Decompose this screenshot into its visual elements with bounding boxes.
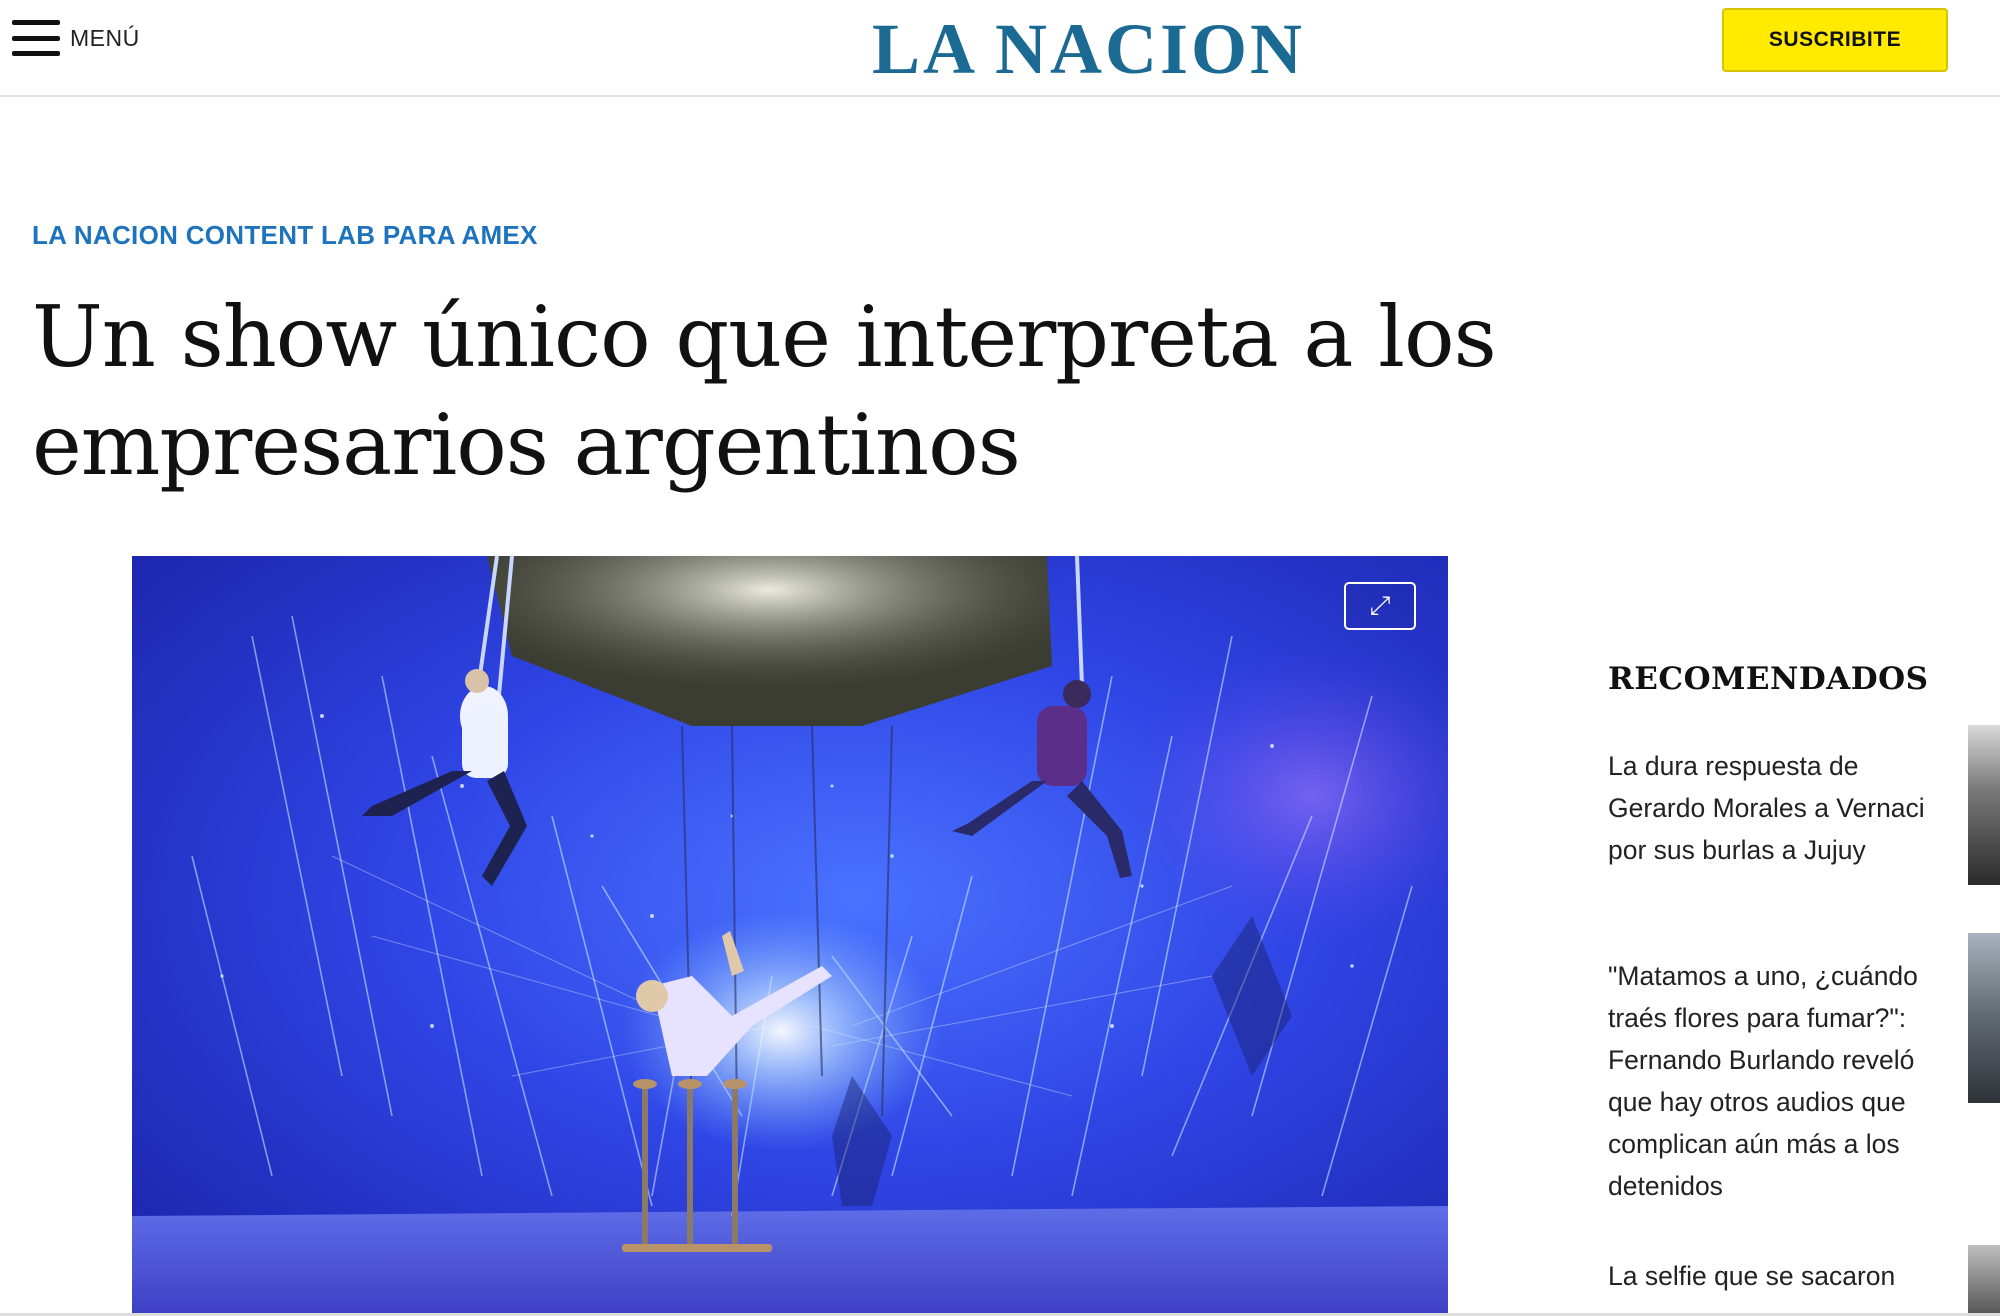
recommended-thumbnail[interactable] bbox=[1968, 1245, 2000, 1315]
site-header: MENÚ LA NACION SUSCRIBITE bbox=[0, 0, 2000, 97]
article-headline: Un show único que interpreta a los empre… bbox=[32, 288, 1497, 494]
expand-icon[interactable]: ⤢ bbox=[1344, 582, 1416, 630]
subscribe-button[interactable]: SUSCRIBITE bbox=[1722, 8, 1948, 72]
recommended-item[interactable]: La dura respuesta de Gerardo Morales a V… bbox=[1608, 725, 2000, 955]
article-kicker[interactable]: LA NACION CONTENT LAB PARA AMEX bbox=[32, 220, 538, 251]
hamburger-icon bbox=[12, 18, 60, 58]
recommended-item-text[interactable]: La dura respuesta de Gerardo Morales a V… bbox=[1608, 745, 1948, 871]
menu-button[interactable]: MENÚ bbox=[12, 15, 140, 61]
hero-illustration bbox=[132, 556, 1448, 1316]
menu-label: MENÚ bbox=[70, 24, 140, 51]
hero-image[interactable]: ⤢ bbox=[132, 556, 1448, 1316]
recommended-item[interactable]: "Matamos a uno, ¿cuándo traés flores par… bbox=[1608, 933, 2000, 1255]
recommended-thumbnail[interactable] bbox=[1968, 933, 2000, 1103]
site-logo[interactable]: LA NACION bbox=[872, 8, 1322, 90]
sidebar-title: RECOMENDADOS bbox=[1608, 661, 1929, 697]
recommended-item-text[interactable]: "Matamos a uno, ¿cuándo traés flores par… bbox=[1608, 955, 1948, 1207]
recommended-sidebar: RECOMENDADOS La dura respuesta de Gerard… bbox=[1608, 655, 2000, 1315]
recommended-thumbnail[interactable] bbox=[1968, 725, 2000, 885]
recommended-item[interactable]: La selfie que se sacaron bbox=[1608, 1245, 2000, 1315]
recommended-item-text[interactable]: La selfie que se sacaron bbox=[1608, 1255, 1948, 1297]
